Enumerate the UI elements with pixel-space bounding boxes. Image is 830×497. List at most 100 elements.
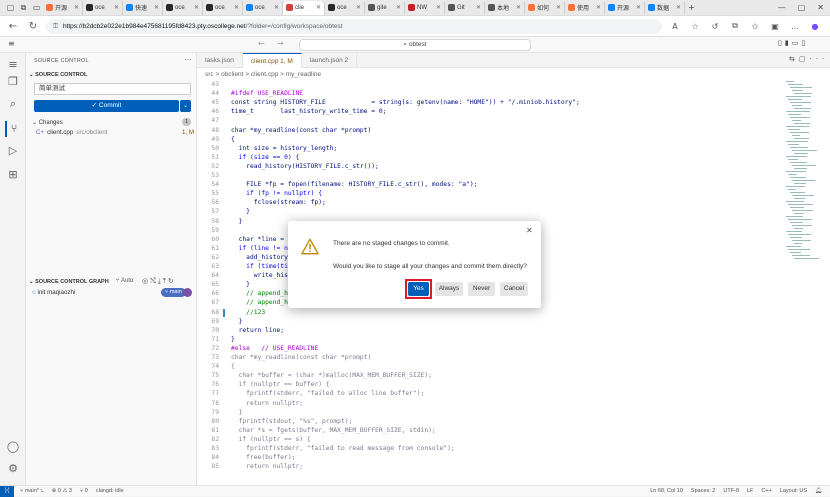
code-line[interactable]: if (size == 0) { — [231, 154, 300, 161]
code-line[interactable]: char *buffer = (char *)malloc(MAX_MEM_BU… — [231, 372, 432, 379]
browser-tab[interactable]: 快速 ✕ — [123, 0, 163, 15]
code-line[interactable]: add_history — [231, 254, 288, 261]
code-line[interactable]: #else // USE_READLINE — [231, 345, 318, 352]
code-line[interactable]: if (nullptr == s) { — [231, 436, 311, 443]
code-line[interactable]: #ifdef USE_READLINE — [231, 90, 303, 97]
code-line[interactable]: fprintf(stderr, "failed to read message … — [231, 445, 455, 452]
editor-tab[interactable]: client.cpp 1, M — [242, 53, 302, 68]
code-line[interactable]: return nullptr; — [231, 463, 303, 470]
more-icon[interactable]: … — [788, 22, 802, 31]
close-tab-icon[interactable]: ✕ — [316, 4, 321, 11]
menu-icon[interactable]: ≡ — [8, 39, 15, 48]
profile-icon[interactable]: ▢ — [4, 2, 17, 14]
source-control-icon[interactable]: ⑂ — [5, 121, 21, 137]
code-line[interactable]: } — [231, 336, 235, 343]
menu-icon[interactable]: ≡ — [5, 57, 21, 73]
nav-back-icon[interactable]: ← — [258, 39, 265, 48]
minimap[interactable] — [782, 81, 830, 281]
branch-status[interactable]: ⑂ main* ↻ — [20, 488, 44, 494]
code-line[interactable]: fprintf(stdout, "%s", prompt); — [231, 418, 353, 425]
graph-actions[interactable]: ◎⤭⤓⤒↻ — [142, 277, 176, 286]
graph-commit-row[interactable]: ○ init maqiaozhi — [32, 289, 75, 296]
code-line[interactable]: } — [231, 281, 250, 288]
code-line[interactable]: { — [231, 363, 235, 370]
close-tab-icon[interactable]: ✕ — [636, 4, 641, 11]
refresh-page-icon[interactable]: ↺ — [708, 22, 722, 31]
editor-tab[interactable]: tasks.json — [197, 53, 243, 68]
new-tab-button[interactable]: + — [685, 2, 698, 14]
code-line[interactable]: fclose(stream: fp); — [231, 199, 326, 206]
cursor-position[interactable]: Ln 68, Col 10 — [650, 488, 683, 494]
search-icon[interactable]: ⌕ — [5, 96, 21, 112]
code-line[interactable]: char *my_readline(const char *prompt) — [231, 354, 371, 361]
code-line[interactable]: } — [231, 409, 243, 416]
browser-tab[interactable]: oce ✕ — [163, 0, 203, 15]
code-line[interactable]: //123 — [231, 309, 265, 316]
ports-status[interactable]: ⑂ 0 — [80, 488, 88, 494]
editor-actions[interactable]: ⇆▢··· — [789, 55, 828, 63]
close-tab-icon[interactable]: ✕ — [194, 4, 199, 11]
close-tab-icon[interactable]: ✕ — [436, 4, 441, 11]
browser-tab[interactable]: 开源 ✕ — [605, 0, 645, 15]
close-tab-icon[interactable]: ✕ — [356, 4, 361, 11]
close-tab-icon[interactable]: ✕ — [234, 4, 239, 11]
close-tab-icon[interactable]: ✕ — [556, 4, 561, 11]
layout-controls[interactable]: ▯▮▭▯ — [778, 39, 808, 47]
collections-icon[interactable]: ▣ — [768, 22, 782, 31]
browser-tab[interactable]: oce ✕ — [243, 0, 283, 15]
clangd-status[interactable]: clangd: idle — [96, 488, 124, 494]
close-tab-icon[interactable]: ✕ — [154, 4, 159, 11]
commit-button[interactable]: ✓ Commit — [34, 100, 179, 112]
keyboard-layout-status[interactable]: Layout: US — [780, 488, 807, 494]
browser-tab[interactable]: 本地 ✕ — [485, 0, 525, 15]
code-line[interactable]: char *s = fgets(buffer, MAX_MEM_BUFFER_S… — [231, 427, 436, 434]
browser-tab[interactable]: oce ✕ — [325, 0, 365, 15]
commit-message-input[interactable]: 简单测试 — [34, 83, 191, 95]
code-line[interactable]: if (time(ti — [231, 263, 288, 270]
graph-section-header[interactable]: ⌄ SOURCE CONTROL GRAPH — [29, 279, 109, 285]
close-tab-icon[interactable]: ✕ — [676, 4, 681, 11]
always-button[interactable]: Always — [435, 282, 463, 296]
code-line[interactable]: if (nullptr == buffer) { — [231, 381, 330, 388]
browser-tab[interactable]: oce ✕ — [203, 0, 243, 15]
browser-tab[interactable]: 如何 ✕ — [525, 0, 565, 15]
code-line[interactable]: free(buffer); — [231, 454, 295, 461]
close-tab-icon[interactable]: ✕ — [74, 4, 79, 11]
close-tab-icon[interactable]: ✕ — [396, 4, 401, 11]
code-line[interactable]: int size = history_length; — [231, 145, 338, 152]
indentation-status[interactable]: Spaces: 2 — [691, 488, 715, 494]
code-line[interactable]: read_history(HISTORY_FILE.c_str()); — [231, 163, 379, 170]
account-icon[interactable]: ◯ — [5, 439, 21, 455]
code-line[interactable]: return nullptr; — [231, 400, 303, 407]
breadcrumb[interactable]: src > obclient > client.cpp > my_readlin… — [205, 71, 321, 78]
close-tab-icon[interactable]: ✕ — [476, 4, 481, 11]
code-line[interactable]: time_t last_history_write_time = 0; — [231, 108, 386, 115]
favorite-icon[interactable]: ☆ — [688, 22, 702, 31]
code-line[interactable]: if (line != n — [231, 245, 288, 252]
code-line[interactable]: char *my_readline(const char *prompt) — [231, 127, 371, 134]
close-window-button[interactable]: ✕ — [817, 3, 824, 12]
code-line[interactable]: } — [231, 318, 243, 325]
changed-file-row[interactable]: C+ client.cpp src/obclient 1, M — [36, 129, 194, 138]
code-line[interactable]: fprintf(stderr, "failed to alloc line bu… — [231, 390, 424, 397]
command-center[interactable]: ⌕ obtest — [299, 39, 531, 51]
eol-status[interactable]: LF — [747, 488, 753, 494]
browser-tab[interactable]: 数据 ✕ — [645, 0, 685, 15]
changes-group[interactable]: ⌄ Changes — [32, 119, 63, 126]
code-line[interactable]: } — [231, 218, 243, 225]
code-line[interactable]: if (fp != nullptr) { — [231, 190, 322, 197]
run-debug-icon[interactable]: ▷ — [5, 143, 21, 159]
problems-status[interactable]: ⊗ 0 ⚠ 3 — [52, 488, 72, 494]
favorites-bar-icon[interactable]: ✩ — [748, 22, 762, 31]
nav-forward-icon[interactable]: → — [277, 39, 284, 48]
close-icon[interactable]: ✕ — [526, 226, 533, 235]
encoding-status[interactable]: UTF-8 — [723, 488, 739, 494]
yes-button[interactable]: Yes — [408, 282, 429, 296]
workspaces-icon[interactable]: ⧉ — [17, 2, 30, 14]
close-tab-icon[interactable]: ✕ — [114, 4, 119, 11]
notifications-bell-icon[interactable]: 🔔︎ — [815, 488, 822, 494]
code-line[interactable]: const string HISTORY_FILE = string(s: ge… — [231, 99, 580, 106]
never-button[interactable]: Never — [468, 282, 495, 296]
language-status[interactable]: C++ — [761, 488, 771, 494]
reload-button[interactable]: ↻ — [26, 21, 40, 32]
